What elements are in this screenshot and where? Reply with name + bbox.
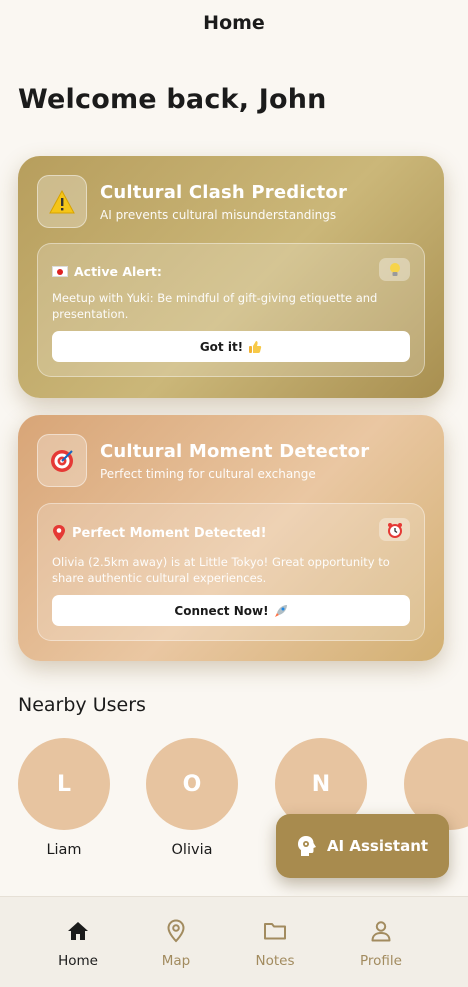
card-subtitle: Perfect timing for cultural exchange bbox=[100, 467, 316, 481]
nearby-users-heading: Nearby Users bbox=[18, 694, 146, 716]
folder-icon bbox=[235, 917, 315, 945]
nav-item-notes[interactable]: Notes bbox=[235, 917, 315, 969]
user-name: Liam bbox=[46, 842, 82, 858]
home-icon bbox=[38, 917, 118, 945]
nearby-user[interactable]: L Liam bbox=[18, 738, 110, 858]
nav-label: Home bbox=[58, 953, 98, 969]
nav-label: Profile bbox=[360, 953, 402, 969]
card-title: Cultural Clash Predictor bbox=[100, 182, 348, 203]
bottom-nav: Home Map Notes Profile bbox=[0, 896, 468, 987]
alert-text: Meetup with Yuki: Be mindful of gift-giv… bbox=[52, 291, 378, 321]
alert-panel: Active Alert: Meetup with Yuki: Be mindf… bbox=[37, 243, 425, 377]
page-title: Home bbox=[203, 12, 265, 34]
nav-item-map[interactable]: Map bbox=[136, 917, 216, 969]
user-name: Olivia bbox=[171, 842, 213, 858]
nav-item-home[interactable]: Home bbox=[38, 917, 118, 969]
thumbs-up-icon bbox=[249, 340, 262, 353]
cultural-clash-card: Cultural Clash Predictor AI prevents cul… bbox=[18, 156, 444, 398]
brain-head-icon bbox=[297, 836, 316, 856]
person-icon bbox=[341, 917, 421, 945]
card-subtitle: AI prevents cultural misunderstandings bbox=[100, 208, 337, 222]
alert-title: Active Alert: bbox=[74, 264, 162, 279]
avatar: O bbox=[146, 738, 238, 830]
japan-flag-icon bbox=[52, 266, 68, 277]
moment-title: Perfect Moment Detected! bbox=[72, 525, 267, 541]
welcome-heading: Welcome back, John bbox=[18, 84, 327, 115]
alarm-clock-icon[interactable] bbox=[379, 518, 410, 541]
warning-icon bbox=[37, 175, 87, 228]
pin-icon bbox=[53, 525, 65, 541]
target-icon bbox=[37, 434, 87, 487]
avatar: L bbox=[18, 738, 110, 830]
button-label: Got it! bbox=[199, 339, 244, 354]
moment-heading: Perfect Moment Detected! bbox=[52, 524, 267, 542]
nav-label: Notes bbox=[255, 953, 295, 969]
button-label: Connect Now! bbox=[174, 603, 269, 618]
connect-now-button[interactable]: Connect Now! bbox=[52, 595, 410, 626]
lightbulb-icon[interactable] bbox=[379, 258, 410, 281]
nearby-user[interactable]: O Olivia bbox=[146, 738, 238, 858]
map-pin-icon bbox=[136, 917, 216, 945]
nav-label: Map bbox=[161, 953, 191, 969]
rocket-icon bbox=[274, 604, 287, 617]
moment-text: Olivia (2.5km away) is at Little Tokyo! … bbox=[52, 555, 390, 585]
alert-heading: Active Alert: bbox=[52, 264, 162, 279]
moment-panel: Perfect Moment Detected! Olivia (2.5km a… bbox=[37, 503, 425, 641]
nav-item-profile[interactable]: Profile bbox=[341, 917, 421, 969]
cultural-moment-card: Cultural Moment Detector Perfect timing … bbox=[18, 415, 444, 661]
ai-assistant-button[interactable]: AI Assistant bbox=[276, 814, 449, 878]
card-title: Cultural Moment Detector bbox=[100, 441, 370, 462]
got-it-button[interactable]: Got it! bbox=[52, 331, 410, 362]
ai-assistant-label: AI Assistant bbox=[326, 837, 429, 855]
